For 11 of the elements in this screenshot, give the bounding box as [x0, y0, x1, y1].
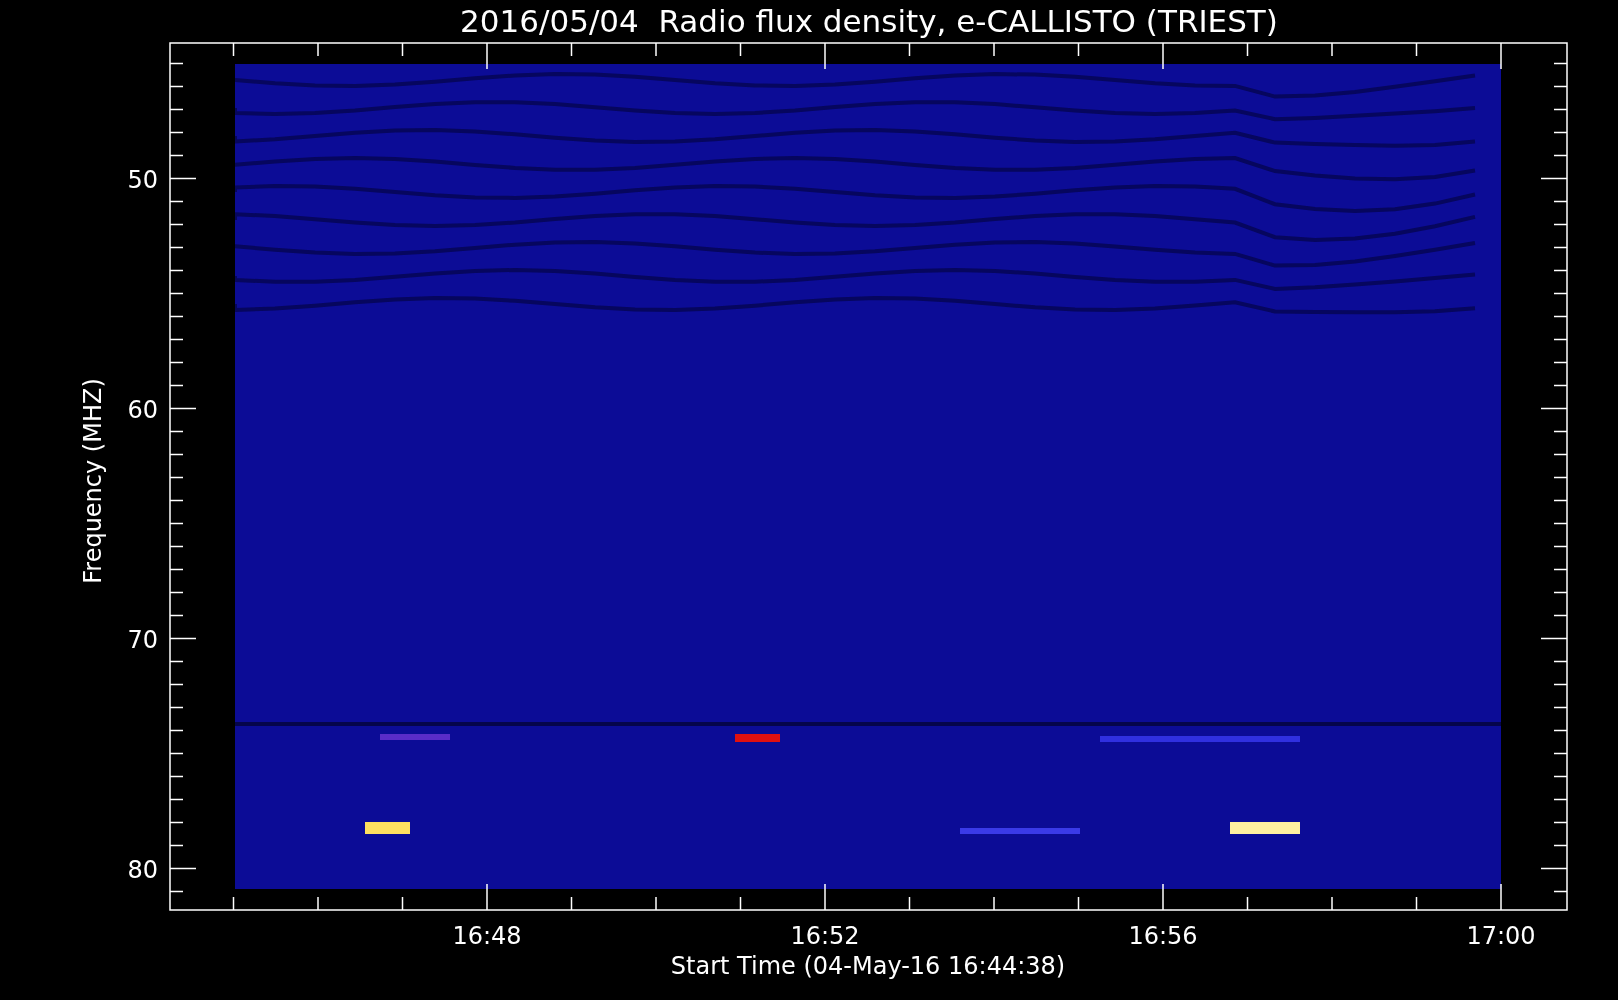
- chart-title: 2016/05/04 Radio flux density, e-CALLISTO (TRIEST): [460, 3, 1278, 39]
- y-tick-label: 80: [127, 855, 158, 884]
- x-tick-label: 17:00: [1466, 922, 1536, 950]
- y-tick-label: 70: [127, 625, 158, 654]
- x-tick-label: 16:56: [1128, 922, 1198, 950]
- x-tick-label: 16:48: [452, 922, 522, 950]
- y-tick-label: 60: [127, 395, 158, 424]
- x-axis-label: Start Time (04-May-16 16:44:38): [670, 952, 1066, 980]
- y-axis-label: Frequency (MHZ): [79, 378, 107, 584]
- x-tick-label: 16:52: [790, 922, 860, 950]
- y-tick-label: 50: [127, 165, 158, 194]
